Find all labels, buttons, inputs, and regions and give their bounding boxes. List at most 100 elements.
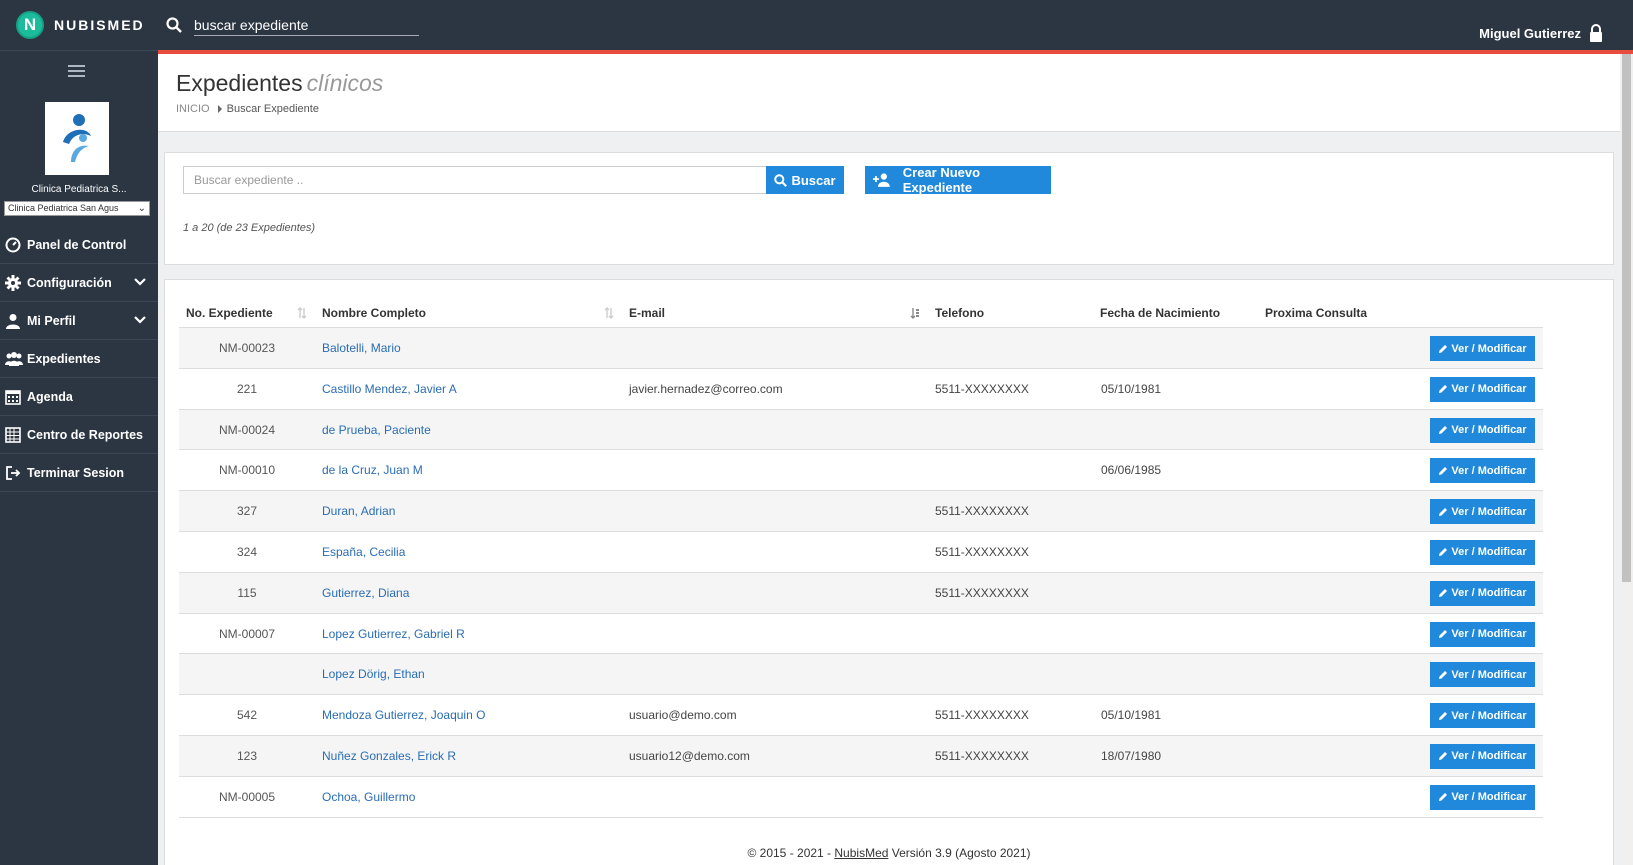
table-row: Lopez Dörig, Ethan Ver / Modificar xyxy=(179,654,1543,696)
view-edit-button[interactable]: Ver / Modificar xyxy=(1430,458,1535,484)
table-row: NM-00023 Balotelli, Mario Ver / Modificar xyxy=(179,328,1543,369)
view-edit-button[interactable]: Ver / Modificar xyxy=(1430,336,1535,361)
view-edit-button[interactable]: Ver / Modificar xyxy=(1430,499,1535,525)
footer-brand-link[interactable]: NubisMed xyxy=(834,846,888,860)
view-edit-button[interactable]: Ver / Modificar xyxy=(1430,784,1535,810)
patient-name-link[interactable]: Castillo Mendez, Javier A xyxy=(322,369,457,409)
user-menu[interactable]: Miguel Gutierrez xyxy=(1479,24,1603,42)
sidebar-item-configuracion[interactable]: Configuración xyxy=(0,264,158,302)
patient-name-link[interactable]: Gutierrez, Diana xyxy=(322,573,409,613)
record-number: 221 xyxy=(236,381,258,396)
breadcrumb-current: Buscar Expediente xyxy=(226,103,319,115)
search-button-label: Buscar xyxy=(791,172,836,188)
sort-icon[interactable] xyxy=(604,307,614,319)
sort-desc-icon[interactable] xyxy=(910,307,920,319)
scrollbar-thumb[interactable] xyxy=(1622,54,1631,582)
pencil-icon xyxy=(1439,385,1448,394)
view-edit-button[interactable]: Ver / Modificar xyxy=(1430,539,1535,565)
patient-name-link[interactable]: de Prueba, Paciente xyxy=(322,410,431,450)
view-edit-label: Ver / Modificar xyxy=(1451,424,1527,437)
sidebar-item-terminar-sesion[interactable]: Terminar Sesion xyxy=(0,454,158,492)
clinic-select-value: Clinica Pediatrica San Agus xyxy=(8,203,119,213)
pencil-icon xyxy=(1439,793,1448,802)
footer-version: Versión 3.9 (Agosto 2021) xyxy=(888,846,1031,860)
view-edit-button[interactable]: Ver / Modificar xyxy=(1430,580,1535,606)
page-scrollbar[interactable] xyxy=(1620,54,1633,865)
sidebar-nav: Panel de Control Configuración Mi Perfil… xyxy=(0,226,158,492)
sidebar-item-centro-de-reportes[interactable]: Centro de Reportes xyxy=(0,416,158,454)
column-header-telefono[interactable]: Telefono xyxy=(935,298,984,328)
patient-name-link[interactable]: Ochoa, Guillermo xyxy=(322,777,415,817)
sidebar-item-label: Agenda xyxy=(27,389,73,404)
patient-email: usuario12@demo.com xyxy=(629,748,750,763)
view-edit-button[interactable]: Ver / Modificar xyxy=(1430,703,1535,729)
table-row: NM-00010 de la Cruz, Juan M 06/06/1985 Ver … xyxy=(179,450,1543,492)
view-edit-label: Ver / Modificar xyxy=(1451,342,1527,355)
column-header-nombre-completo[interactable]: Nombre Completo xyxy=(322,298,426,328)
column-header-email[interactable]: E-mail xyxy=(629,298,665,328)
table-row: 324 España, Cecilia 5511-XXXXXXXX Ver / Mod… xyxy=(179,532,1543,573)
patient-birthdate: 05/10/1981 xyxy=(1101,381,1162,396)
view-edit-label: Ver / Modificar xyxy=(1451,628,1527,641)
pencil-icon xyxy=(1439,507,1448,516)
app-logo[interactable]: N NUBISMED xyxy=(16,11,145,39)
pencil-icon xyxy=(1439,752,1448,761)
view-edit-label: Ver / Modificar xyxy=(1451,383,1527,396)
brand-name: NUBISMED xyxy=(54,17,145,33)
search-button[interactable]: Buscar xyxy=(766,166,844,194)
chevron-down-icon: ⌄ xyxy=(137,203,146,214)
users-icon xyxy=(5,351,23,366)
column-header-fecha-nacimiento[interactable]: Fecha de Nacimiento xyxy=(1100,298,1220,328)
patient-name-link[interactable]: España, Cecilia xyxy=(322,532,405,572)
pencil-icon xyxy=(1439,670,1448,679)
create-record-label: Crear Nuevo Expediente xyxy=(902,165,981,195)
logo-badge-icon: N xyxy=(16,11,44,39)
pencil-icon xyxy=(1439,344,1448,353)
record-number: 542 xyxy=(236,708,258,723)
sort-icon[interactable] xyxy=(297,307,307,319)
table-row: 542 Mendoza Gutierrez, Joaquin O usuario@d… xyxy=(179,695,1543,736)
patient-phone: 5511-XXXXXXXX xyxy=(935,708,1029,723)
view-edit-button[interactable]: Ver / Modificar xyxy=(1430,376,1535,402)
column-header-proxima-consulta[interactable]: Proxima Consulta xyxy=(1265,298,1367,328)
patient-name-link[interactable]: de la Cruz, Juan M xyxy=(322,450,423,490)
search-icon[interactable] xyxy=(166,17,182,33)
patient-phone: 5511-XXXXXXXX xyxy=(935,748,1029,763)
clinic-select[interactable]: Clinica Pediatrica San Agus ⌄ xyxy=(4,201,150,216)
patient-name-link[interactable]: Duran, Adrian xyxy=(322,491,395,531)
view-edit-button[interactable]: Ver / Modificar xyxy=(1430,743,1535,769)
search-panel: Buscar expediente .. Buscar Crear Nuevo … xyxy=(164,152,1614,265)
top-search-input[interactable] xyxy=(194,14,419,36)
footer-copyright: © 2015 - 2021 - xyxy=(747,846,835,860)
patient-name-link[interactable]: Balotelli, Mario xyxy=(322,328,401,368)
breadcrumb-home[interactable]: INICIO xyxy=(176,103,210,115)
sidebar-item-agenda[interactable]: Agenda xyxy=(0,378,158,416)
add-user-icon xyxy=(873,173,890,187)
patient-birthdate: 06/06/1985 xyxy=(1101,463,1162,478)
sidebar-item-mi-perfil[interactable]: Mi Perfil xyxy=(0,302,158,340)
view-edit-button[interactable]: Ver / Modificar xyxy=(1430,417,1535,443)
lock-icon[interactable] xyxy=(1589,24,1603,42)
create-record-button[interactable]: Crear Nuevo Expediente xyxy=(865,165,1051,195)
patient-name-link[interactable]: Nuñez Gonzales, Erick R xyxy=(322,736,456,776)
patient-phone: 5511-XXXXXXXX xyxy=(935,544,1029,559)
patient-name-link[interactable]: Lopez Gutierrez, Gabriel R xyxy=(322,614,465,654)
calendar-icon xyxy=(5,389,21,405)
record-number: NM-00024 xyxy=(218,422,276,437)
record-number xyxy=(179,654,315,694)
view-edit-label: Ver / Modificar xyxy=(1451,505,1527,518)
record-number: NM-00007 xyxy=(218,626,276,641)
menu-toggle-icon[interactable] xyxy=(68,65,85,77)
column-header-no-expediente[interactable]: No. Expediente xyxy=(186,298,273,328)
view-edit-button[interactable]: Ver / Modificar xyxy=(1430,662,1535,688)
patient-phone: 5511-XXXXXXXX xyxy=(935,585,1029,600)
patient-name-link[interactable]: Mendoza Gutierrez, Joaquin O xyxy=(322,695,485,735)
sidebar-item-expedientes[interactable]: Expedientes xyxy=(0,340,158,378)
view-edit-button[interactable]: Ver / Modificar xyxy=(1430,621,1535,647)
search-input[interactable]: Buscar expediente .. xyxy=(183,166,767,194)
pencil-icon xyxy=(1439,711,1448,720)
sidebar-item-panel-de-control[interactable]: Panel de Control xyxy=(0,226,158,264)
sidebar-item-label: Terminar Sesion xyxy=(27,465,125,480)
main-content: Expedientes clínicos INICIO Buscar Expedi… xyxy=(158,54,1620,865)
patient-name-link[interactable]: Lopez Dörig, Ethan xyxy=(322,654,425,694)
